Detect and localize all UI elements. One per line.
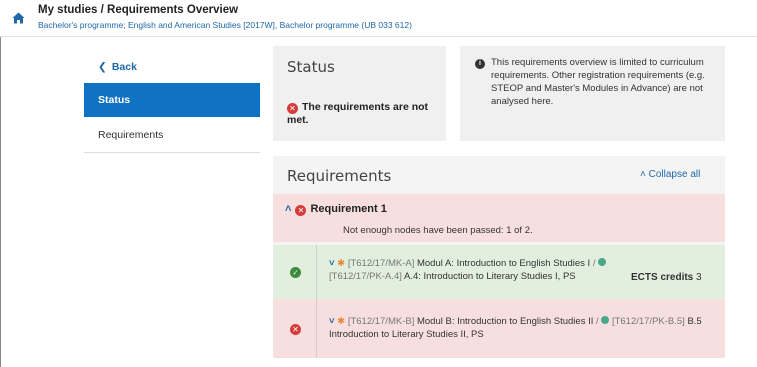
row-description: ˅ ✱ [T612/17/MK-B] Modul B: Introduction… — [329, 315, 709, 341]
chevron-down-icon[interactable]: ˅ — [329, 316, 335, 327]
ects-value: 3 — [696, 272, 702, 283]
left-border — [0, 37, 1, 367]
collapse-all-button[interactable]: ˄ Collapse all — [640, 169, 700, 180]
chevron-up-icon: ˄ — [640, 169, 646, 180]
status-heading: Status — [287, 58, 335, 76]
ects-credits: ECTS credits 3 — [631, 272, 702, 283]
status-message: ✕ The requirements are not met. — [287, 101, 442, 127]
sidebar-item-label: Status — [98, 94, 131, 106]
page-subtitle[interactable]: Bachelor's programme; English and Americ… — [38, 20, 412, 30]
course-dot-icon — [598, 258, 607, 266]
chevron-left-icon: ❮ — [98, 60, 107, 73]
module-name: Modul B: Introduction to English Studies… — [416, 316, 594, 327]
requirements-heading: Requirements — [287, 167, 392, 185]
requirement-title-row[interactable]: ˄ ✕ Requirement 1 — [285, 203, 387, 216]
sidebar-item-requirements[interactable]: Requirements — [84, 117, 260, 153]
module-star-icon: ✱ — [337, 258, 346, 269]
chevron-down-icon[interactable]: ˅ — [329, 258, 335, 269]
back-label: Back — [111, 60, 137, 73]
ects-label: ECTS credits — [631, 272, 694, 283]
requirement-title: Requirement 1 — [310, 203, 387, 215]
module-star-icon: ✱ — [337, 316, 346, 327]
error-circle-icon: ✕ — [290, 324, 301, 335]
status-card: Status ✕ The requirements are not met. — [273, 46, 446, 141]
status-message-text: The requirements are not met. — [287, 101, 429, 126]
course-dot-icon — [601, 316, 610, 324]
collapse-all-label: Collapse all — [648, 169, 701, 180]
path-separator: / — [592, 258, 596, 269]
top-bar: My studies / Requirements Overview Bache… — [0, 0, 757, 37]
sidebar: ❮ Back Status Requirements — [84, 50, 260, 153]
table-row: ✕ ˅ ✱ [T612/17/MK-B] Modul B: Introducti… — [273, 299, 725, 358]
check-circle-icon: ✓ — [290, 267, 301, 278]
sidebar-item-label: Requirements — [98, 128, 164, 141]
error-circle-icon: ✕ — [295, 205, 307, 216]
course-name: A.4: Introduction to Literary Studies I,… — [404, 271, 576, 282]
table-row: ✓ ˅ ✱ [T612/17/MK-A] Modul A: Introducti… — [273, 245, 725, 299]
page-title: My studies / Requirements Overview — [38, 4, 239, 16]
module-name: Modul A: Introduction to English Studies… — [416, 258, 591, 269]
row-description: ˅ ✱ [T612/17/MK-A] Modul A: Introduction… — [329, 257, 629, 283]
course-code: [T612/17/PK-B.5] — [611, 316, 685, 327]
course-code: [T612/17/PK-A.4] — [329, 271, 402, 282]
requirement-summary: Not enough nodes have been passed: 1 of … — [343, 225, 533, 236]
info-card: i This requirements overview is limited … — [460, 46, 725, 141]
path-separator: / — [596, 316, 599, 327]
row-divider — [316, 245, 317, 358]
module-code: [T612/17/MK-A] — [347, 258, 415, 269]
sidebar-item-status[interactable]: Status — [84, 83, 260, 117]
back-link[interactable]: ❮ Back — [84, 50, 260, 83]
error-circle-icon: ✕ — [287, 103, 298, 114]
module-code: [T612/17/MK-B] — [347, 316, 415, 327]
requirement-1: ˄ ✕ Requirement 1 Not enough nodes have be… — [273, 194, 725, 242]
info-text: This requirements overview is limited to… — [491, 57, 705, 107]
info-icon: i — [475, 59, 485, 69]
requirements-header: Requirements ˄ Collapse all — [273, 156, 725, 194]
home-icon[interactable] — [12, 12, 25, 24]
requirements-panel: Requirements ˄ Collapse all ˄ ✕ Requiremen… — [273, 156, 725, 358]
chevron-up-icon[interactable]: ˄ — [285, 203, 291, 215]
